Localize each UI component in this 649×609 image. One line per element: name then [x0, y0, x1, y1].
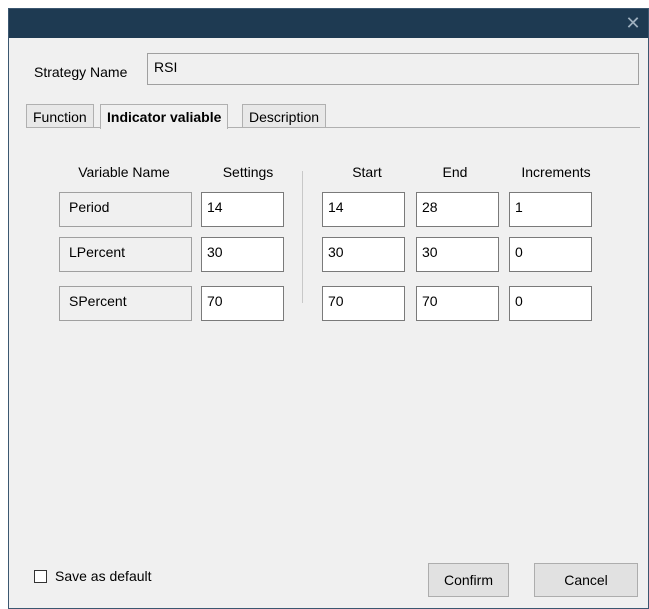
variable-name-cell: Period [59, 192, 192, 227]
end-input[interactable]: 70 [416, 286, 499, 321]
variable-name-cell: SPercent [59, 286, 192, 321]
cancel-button[interactable]: Cancel [534, 563, 638, 597]
column-divider [302, 171, 303, 303]
settings-input[interactable]: 14 [201, 192, 284, 227]
save-default-label: Save as default [55, 568, 152, 584]
increments-input[interactable]: 0 [509, 286, 592, 321]
title-bar: ✕ [9, 9, 648, 38]
tab-indicator-valiable[interactable]: Indicator valiable [100, 104, 229, 129]
start-input[interactable]: 30 [322, 237, 405, 272]
strategy-name-label: Strategy Name [34, 64, 128, 80]
tab-function[interactable]: Function [26, 104, 94, 128]
strategy-name-input[interactable]: RSI [147, 53, 639, 85]
increments-input[interactable]: 0 [509, 237, 592, 272]
end-input[interactable]: 28 [416, 192, 499, 227]
header-increments: Increments [521, 164, 591, 180]
close-icon[interactable]: ✕ [618, 9, 648, 38]
tab-description[interactable]: Description [242, 104, 327, 128]
confirm-button[interactable]: Confirm [428, 563, 509, 597]
settings-input[interactable]: 30 [201, 237, 284, 272]
end-input[interactable]: 30 [416, 237, 499, 272]
header-end: End [442, 164, 468, 180]
variable-name-cell: LPercent [59, 237, 192, 272]
save-default-checkbox[interactable] [34, 570, 47, 583]
header-settings: Settings [222, 164, 274, 180]
start-input[interactable]: 70 [322, 286, 405, 321]
start-input[interactable]: 14 [322, 192, 405, 227]
increments-input[interactable]: 1 [509, 192, 592, 227]
settings-input[interactable]: 70 [201, 286, 284, 321]
header-variable-name: Variable Name [78, 164, 170, 180]
header-start: Start [352, 164, 382, 180]
